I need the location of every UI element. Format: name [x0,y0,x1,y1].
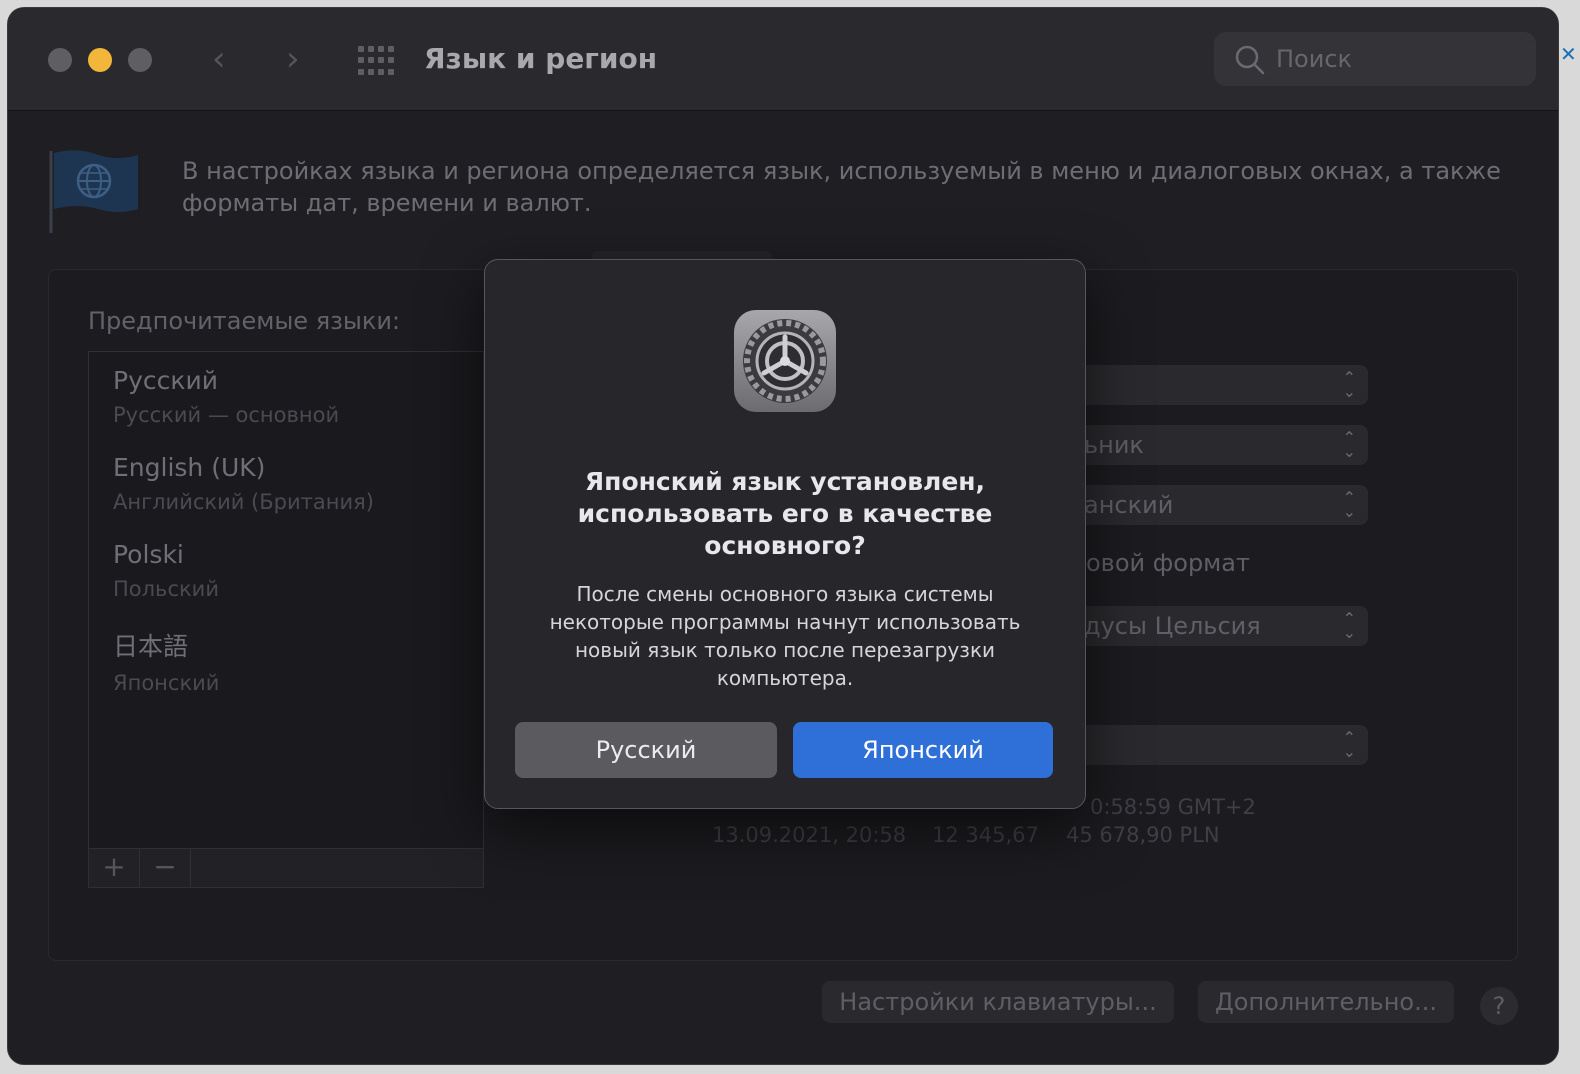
sample-number: 12 345,67 [932,823,1039,847]
list-item[interactable]: English (UK) Английский (Британия) [113,453,374,514]
keyboard-settings-button[interactable]: Настройки клавиатуры... [822,981,1174,1023]
search-field[interactable]: Поиск [1214,32,1536,86]
add-language-button[interactable]: + [89,849,140,887]
list-item[interactable]: Polski Польский [113,540,219,601]
keep-russian-button[interactable]: Русский [515,722,777,778]
chevron-updown-icon: ⌃ ⌄ [1342,428,1356,461]
dialog-title: Японский язык установлен, использовать е… [577,467,993,560]
show-all-grid-icon[interactable] [358,46,394,76]
time-format-label: овой формат [1086,549,1250,577]
window-title: Язык и регион [424,42,658,75]
advanced-button[interactable]: Дополнительно... [1198,981,1454,1023]
popup-value: дусы Цельсия [1084,612,1261,640]
language-name: English (UK) [113,453,266,482]
popup-value: анский [1084,491,1174,519]
titlebar: ‹ › Язык и регион Поиск [8,8,1558,111]
system-preferences-icon [734,310,836,412]
search-placeholder: Поиск [1276,45,1353,73]
popup-value: ьник [1084,431,1144,459]
close-icon: ✕ [1560,42,1577,66]
chevron-updown-icon: ⌃ ⌄ [1342,728,1356,761]
globe-flag-icon [49,150,138,233]
preferred-languages-list[interactable]: Русский Русский — основной English (UK) … [88,351,484,849]
pane-description: В настройках языка и региона определяетс… [182,157,1501,217]
sample-currency: 45 678,90 PLN [1066,823,1220,847]
search-icon [1235,45,1265,75]
language-subtitle: Русский — основной [113,403,340,427]
chevron-updown-icon: ⌃ ⌄ [1342,609,1356,642]
use-japanese-button[interactable]: Японский [793,722,1053,778]
zoom-window-button[interactable] [128,48,152,72]
forward-icon[interactable]: › [286,42,300,76]
chevron-updown-icon: ⌃ ⌄ [1342,488,1356,521]
list-toolbar: + − [88,849,484,888]
close-window-button[interactable] [48,48,72,72]
region-popup[interactable]: ⌃ ⌄ [1058,365,1368,405]
language-subtitle: Польский [113,577,219,601]
preferred-languages-label: Предпочитаемые языки: [88,307,401,335]
language-name: Русский [113,366,218,395]
language-name: Polski [113,540,184,569]
language-confirm-dialog: Японский язык установлен, использовать е… [484,259,1086,809]
language-subtitle: Японский [113,671,220,695]
remove-language-button[interactable]: − [140,849,191,887]
list-sort-popup[interactable]: ⌃ ⌄ [1058,725,1368,765]
back-icon[interactable]: ‹ [212,42,226,76]
first-day-popup[interactable]: ьник ⌃ ⌄ [1058,425,1368,465]
sample-time: 0:58:59 GMT+2 [1090,795,1256,819]
language-name: 日本語 [113,632,189,661]
minimize-window-button[interactable] [88,48,112,72]
dialog-message: После смены основного языка системы неко… [549,582,1021,690]
language-subtitle: Английский (Британия) [113,490,374,514]
sample-date: 13.09.2021, 20:58 [712,823,907,847]
calendar-popup[interactable]: анский ⌃ ⌄ [1058,485,1368,525]
chevron-updown-icon: ⌃ ⌄ [1342,368,1356,401]
list-item[interactable]: 日本語 Японский [113,627,219,695]
help-button[interactable]: ? [1480,987,1518,1025]
temperature-popup[interactable]: дусы Цельсия ⌃ ⌄ [1058,606,1368,646]
list-item[interactable]: Русский Русский — основной [113,366,339,427]
